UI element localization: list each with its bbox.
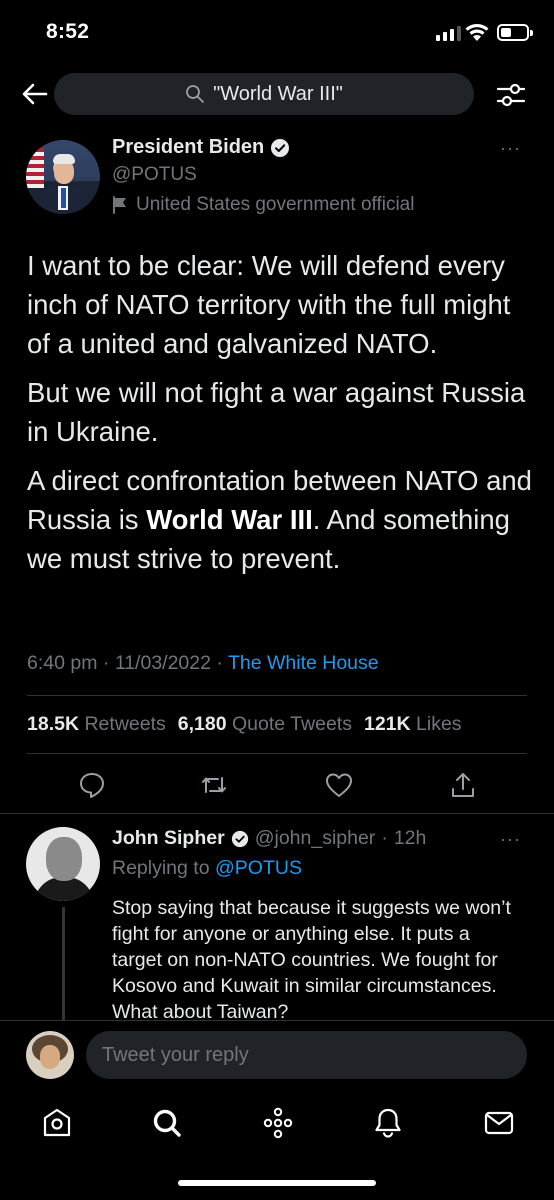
status-bar: 8:52 bbox=[0, 0, 554, 64]
sliders-icon[interactable] bbox=[496, 80, 526, 110]
home-icon[interactable] bbox=[40, 1106, 74, 1140]
author-name[interactable]: President Biden bbox=[112, 136, 264, 159]
search-query: "World War III" bbox=[213, 82, 343, 105]
author-name-row[interactable]: President Biden bbox=[112, 136, 290, 159]
tweet-meta: 6:40 pm · 11/03/2022 · The White House bbox=[27, 652, 379, 674]
divider bbox=[27, 753, 527, 754]
quote-tweets-stat[interactable]: 6,180 Quote Tweets bbox=[178, 713, 352, 736]
reply-header: John Sipher @john_sipher · 12h bbox=[112, 827, 427, 850]
more-options-icon[interactable]: ··· bbox=[500, 829, 521, 850]
more-options-icon[interactable]: ··· bbox=[500, 138, 521, 159]
emphasized-text: World War III bbox=[146, 504, 313, 535]
divider bbox=[27, 695, 527, 696]
reply-author-avatar[interactable] bbox=[26, 827, 100, 901]
wifi-icon bbox=[465, 24, 489, 41]
divider bbox=[0, 813, 554, 814]
tweet-paragraph: But we will not fight a war against Russ… bbox=[27, 377, 526, 447]
author-avatar[interactable] bbox=[26, 140, 100, 214]
share-icon[interactable] bbox=[448, 770, 478, 800]
tweet-text: I want to be clear: We will defend every… bbox=[27, 246, 537, 588]
retweets-stat[interactable]: 18.5K Retweets bbox=[27, 713, 166, 736]
tweet-actions bbox=[0, 770, 554, 810]
reply-input[interactable]: Tweet your reply bbox=[86, 1031, 527, 1079]
search-icon bbox=[186, 85, 205, 103]
user-avatar[interactable] bbox=[26, 1031, 74, 1079]
replying-to: Replying to @POTUS bbox=[112, 857, 302, 879]
likes-stat[interactable]: 121K Likes bbox=[364, 713, 462, 736]
reply-author-name[interactable]: John Sipher bbox=[112, 827, 225, 850]
reply-compose-bar: Tweet your reply bbox=[0, 1020, 554, 1090]
replying-to-link[interactable]: @POTUS bbox=[215, 857, 302, 879]
reply-tweet[interactable]: John Sipher @john_sipher · 12h ··· Reply… bbox=[0, 815, 554, 1020]
search-icon[interactable] bbox=[150, 1106, 184, 1140]
tweet-time: 6:40 pm bbox=[27, 652, 98, 674]
government-label-text: United States government official bbox=[136, 194, 415, 215]
flag-icon bbox=[113, 196, 126, 214]
verified-badge-icon bbox=[231, 830, 248, 847]
tweet-paragraph: A direct confrontation between NATO and … bbox=[27, 465, 532, 574]
search-input[interactable]: "World War III" bbox=[54, 73, 474, 115]
status-time: 8:52 bbox=[46, 20, 90, 43]
reply-text: Stop saying that because it suggests we … bbox=[112, 897, 511, 1020]
reply-author-handle[interactable]: @john_sipher bbox=[255, 827, 376, 850]
tweet-stats: 18.5K Retweets 6,180 Quote Tweets 121K L… bbox=[27, 713, 462, 736]
notifications-icon[interactable] bbox=[371, 1106, 405, 1140]
messages-icon[interactable] bbox=[482, 1106, 516, 1140]
reply-age: 12h bbox=[393, 827, 427, 849]
search-header: "World War III" bbox=[0, 70, 554, 120]
tweet-paragraph: I want to be clear: We will defend every… bbox=[27, 250, 511, 359]
thread-line bbox=[62, 907, 65, 1020]
verified-badge-icon bbox=[271, 138, 290, 157]
like-icon[interactable] bbox=[324, 770, 354, 800]
home-indicator bbox=[178, 1180, 376, 1186]
government-label[interactable]: United States government official bbox=[112, 194, 414, 216]
author-handle[interactable]: @POTUS bbox=[112, 164, 197, 186]
tweet-date: 11/03/2022 bbox=[114, 652, 211, 674]
retweet-icon[interactable] bbox=[199, 770, 229, 800]
signal-icon bbox=[436, 26, 461, 41]
reply-icon[interactable] bbox=[77, 770, 107, 800]
arrow-left-icon[interactable] bbox=[20, 79, 50, 109]
battery-icon bbox=[497, 24, 533, 41]
spaces-icon[interactable] bbox=[261, 1106, 295, 1140]
tweet-source-link[interactable]: The White House bbox=[228, 652, 379, 674]
battery-level bbox=[501, 28, 511, 37]
